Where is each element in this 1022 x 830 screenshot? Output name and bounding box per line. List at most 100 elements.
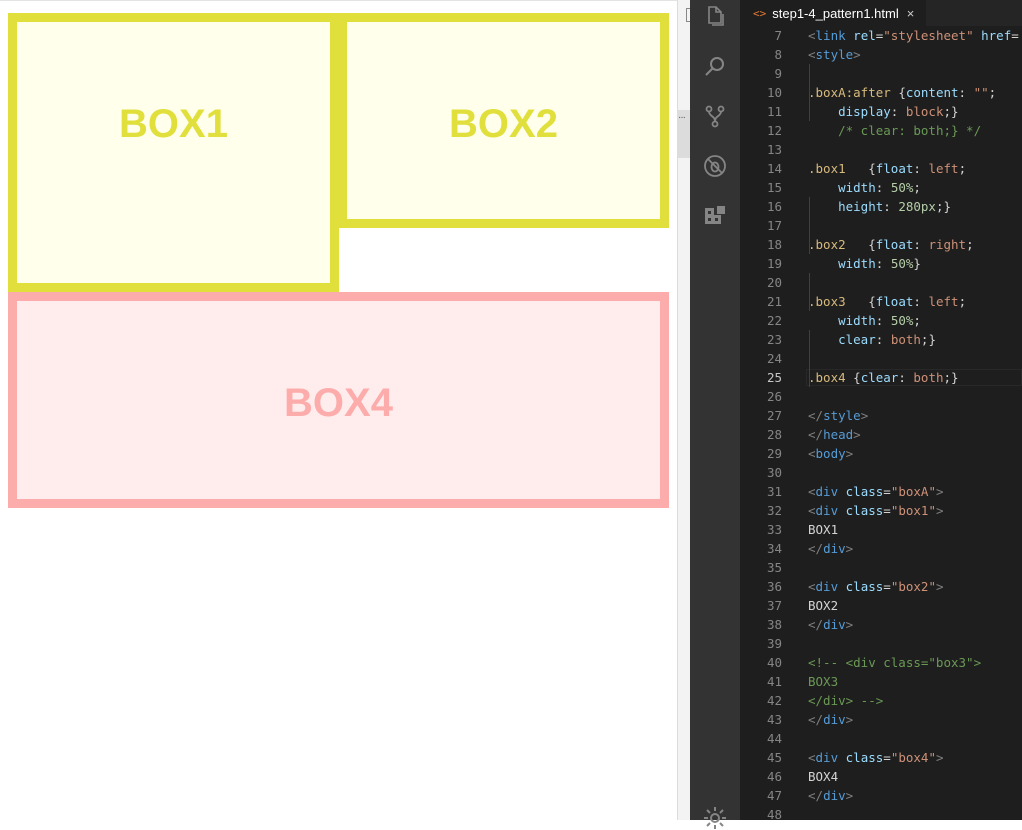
settings-gear-icon[interactable] (703, 806, 727, 830)
line-number: 16 (766, 199, 782, 214)
code-line[interactable]: 15 width: 50%; (740, 178, 1022, 197)
indent-guide (809, 273, 810, 311)
source-control-icon[interactable] (703, 104, 727, 128)
code-token: < (808, 47, 816, 62)
code-line[interactable]: 17 (740, 216, 1022, 235)
code-line[interactable]: 11 display: block;} (740, 102, 1022, 121)
code-token: = (1011, 28, 1019, 43)
code-token: ;} (943, 104, 959, 119)
code-line[interactable]: 20 (740, 273, 1022, 292)
code-line[interactable]: 23 clear: both;} (740, 330, 1022, 349)
line-number: 17 (766, 218, 782, 233)
code-token: div (823, 617, 846, 632)
code-line[interactable]: 26 (740, 387, 1022, 406)
line-number: 37 (766, 598, 782, 613)
close-icon[interactable]: × (907, 6, 915, 21)
pane-splitter[interactable]: ··· (677, 0, 691, 820)
code-token: class (845, 484, 884, 499)
code-line[interactable]: 16 height: 280px;} (740, 197, 1022, 216)
code-line[interactable]: 21 .box3 {float: left; (740, 292, 1022, 311)
code-token: </div> --> (808, 693, 884, 708)
code-token: class (845, 579, 884, 594)
code-token: <!-- <div class="box3"> (808, 655, 982, 670)
code-line[interactable]: 40 <!-- <div class="box3"> (740, 653, 1022, 672)
code-line[interactable]: 47 </div> (740, 786, 1022, 805)
code-token: > (845, 446, 854, 461)
code-text: <!-- <div class="box3"> (808, 653, 981, 672)
code-token: { (845, 370, 861, 385)
code-line[interactable]: 33 BOX1 (740, 520, 1022, 539)
explorer-icon[interactable] (703, 4, 727, 28)
box1: BOX1 (8, 13, 339, 292)
code-text: </div> --> (808, 691, 883, 710)
code-line[interactable]: 28 </head> (740, 425, 1022, 444)
code-token: < (808, 446, 816, 461)
code-token: > (845, 617, 854, 632)
code-token: < (808, 750, 816, 765)
code-line[interactable]: 48 (740, 805, 1022, 820)
code-line[interactable]: 24 (740, 349, 1022, 368)
code-token: both (913, 370, 944, 385)
code-line[interactable]: 36 <div class="box2"> (740, 577, 1022, 596)
box1-label: BOX1 (119, 102, 228, 146)
code-text: clear: both;} (808, 330, 936, 349)
code-token: ; (913, 180, 921, 195)
code-token: ; (913, 313, 921, 328)
code-line[interactable]: 41 BOX3 (740, 672, 1022, 691)
code-token: > (853, 427, 861, 442)
code-line[interactable]: 25 .box4 {clear: both;} (740, 368, 1022, 387)
code-line[interactable]: 10 .boxA:after {content: ""; (740, 83, 1022, 102)
code-line[interactable]: 44 (740, 729, 1022, 748)
tab-step1-4-pattern1[interactable]: <> step1-4_pattern1.html × (740, 0, 926, 26)
extensions-icon[interactable] (703, 204, 727, 228)
code-token: content (905, 85, 959, 100)
debug-icon[interactable] (703, 154, 727, 178)
code-line[interactable]: 18 .box2 {float: right; (740, 235, 1022, 254)
code-token: </ (808, 427, 824, 442)
code-line[interactable]: 19 width: 50%} (740, 254, 1022, 273)
code-line[interactable]: 13 (740, 140, 1022, 159)
code-line[interactable]: 9 (740, 64, 1022, 83)
code-line[interactable]: 27 </style> (740, 406, 1022, 425)
code-token: BOX1 (808, 522, 839, 537)
code-token: { (890, 85, 906, 100)
code-text: <div class="box4"> (808, 748, 944, 767)
code-token: </ (808, 541, 824, 556)
code-token: : (913, 161, 929, 176)
code-line[interactable]: 32 <div class="box1"> (740, 501, 1022, 520)
code-line[interactable]: 7 <link rel="stylesheet" href= (740, 26, 1022, 45)
code-token: BOX4 (808, 769, 839, 784)
more-dots-icon[interactable]: ··· (678, 112, 686, 123)
code-text: <div class="box2"> (808, 577, 944, 596)
code-line[interactable]: 43 </div> (740, 710, 1022, 729)
code-line[interactable]: 8 <style> (740, 45, 1022, 64)
code-line[interactable]: 42 </div> --> (740, 691, 1022, 710)
code-line[interactable]: 30 (740, 463, 1022, 482)
code-token: float (875, 161, 914, 176)
code-token: block (905, 104, 944, 119)
code-line[interactable]: 39 (740, 634, 1022, 653)
code-line[interactable]: 46 BOX4 (740, 767, 1022, 786)
code-line[interactable]: 34 </div> (740, 539, 1022, 558)
code-line[interactable]: 38 </div> (740, 615, 1022, 634)
code-token: style (823, 408, 861, 423)
code-line[interactable]: 12 /* clear: both;} */ (740, 121, 1022, 140)
code-line[interactable]: 22 width: 50%; (740, 311, 1022, 330)
code-line[interactable]: 37 BOX2 (740, 596, 1022, 615)
code-token: = (883, 750, 891, 765)
search-icon[interactable] (703, 54, 727, 78)
box4-label: BOX4 (284, 381, 393, 425)
code-line[interactable]: 35 (740, 558, 1022, 577)
code-token: link (815, 28, 846, 43)
line-number: 44 (766, 731, 782, 746)
code-line[interactable]: 29 <body> (740, 444, 1022, 463)
line-number: 48 (766, 807, 782, 820)
code-token: } (913, 256, 921, 271)
code-line[interactable]: 45 <div class="box4"> (740, 748, 1022, 767)
code-line[interactable]: 14 .box1 {float: left; (740, 159, 1022, 178)
code-line[interactable]: 31 <div class="boxA"> (740, 482, 1022, 501)
code-token: "" (973, 85, 989, 100)
